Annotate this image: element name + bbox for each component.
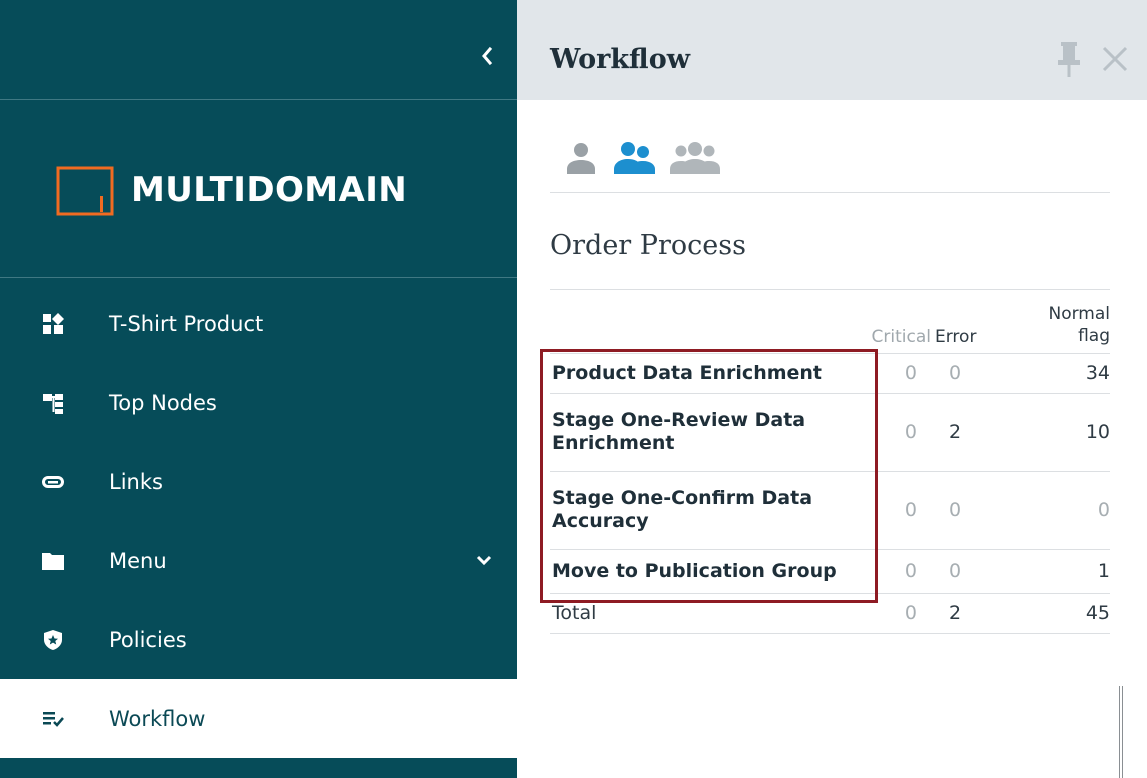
product-icon — [43, 312, 64, 334]
state-name[interactable]: Stage One-Confirm Data Accuracy — [550, 470, 845, 549]
sidebar-item-label: Menu — [109, 548, 167, 573]
error-count[interactable]: 2 — [935, 392, 990, 471]
column-header-name — [550, 295, 845, 353]
shield-star-icon — [44, 629, 62, 650]
hierarchy-icon — [43, 393, 63, 414]
total-critical: 0 — [845, 592, 935, 634]
sidebar-item-label: Workflow — [109, 706, 206, 731]
table-row[interactable]: Stage One-Confirm Data Accuracy 0 0 0 — [550, 470, 1110, 549]
sidebar-item-label: Top Nodes — [109, 390, 217, 415]
sidebar-item-label: Links — [109, 469, 163, 494]
scrollbar-handle[interactable] — [1119, 686, 1123, 778]
single-user-icon[interactable] — [563, 138, 599, 174]
chevron-down-icon[interactable] — [474, 554, 494, 568]
sidebar-nav: T-Shirt Product Top Nodes Links Menu Pol… — [0, 284, 517, 758]
normal-count[interactable]: 1 — [990, 548, 1110, 593]
column-header-critical[interactable]: Critical — [845, 295, 935, 353]
state-name-line: Accuracy — [552, 510, 649, 532]
logo-icon — [56, 166, 114, 216]
critical-count[interactable]: 0 — [845, 352, 935, 393]
error-count[interactable]: 0 — [935, 548, 990, 593]
critical-count[interactable]: 0 — [845, 470, 935, 549]
sidebar-header — [0, 0, 517, 100]
column-header-normal-flag[interactable]: Normal flag — [990, 295, 1110, 353]
divider — [550, 289, 1110, 290]
table-header-row: Critical Error Normal flag — [550, 295, 1110, 353]
sidebar-item-t-shirt-product[interactable]: T-Shirt Product — [0, 284, 517, 363]
sidebar-item-links[interactable]: Links — [0, 442, 517, 521]
sidebar-item-label: Policies — [109, 627, 187, 652]
sidebar-item-policies[interactable]: Policies — [0, 600, 517, 679]
normal-count[interactable]: 0 — [990, 470, 1110, 549]
my-group-icon[interactable] — [611, 138, 657, 174]
divider — [550, 192, 1110, 193]
sidebar-item-workflow[interactable]: Workflow — [0, 679, 517, 758]
header-line: Normal — [1048, 303, 1110, 324]
total-normal: 45 — [990, 592, 1110, 634]
folder-icon — [42, 552, 64, 570]
normal-count[interactable]: 34 — [990, 352, 1110, 393]
state-name-line: Enrichment — [552, 432, 675, 454]
link-icon — [42, 475, 64, 488]
workflow-status-table: Critical Error Normal flag Product Data … — [550, 295, 1110, 634]
normal-count[interactable]: 10 — [990, 392, 1110, 471]
header-line: flag — [1078, 325, 1110, 346]
workflow-panel: Workflow Order Process Critical Error No… — [517, 0, 1147, 778]
total-error: 2 — [935, 592, 990, 634]
critical-count[interactable]: 0 — [845, 392, 935, 471]
sidebar-item-menu[interactable]: Menu — [0, 521, 517, 600]
sidebar-item-label: T-Shirt Product — [109, 311, 264, 336]
error-count[interactable]: 0 — [935, 352, 990, 393]
column-header-error[interactable]: Error — [935, 295, 990, 353]
sidebar: MULTIDOMAIN T-Shirt Product Top Nodes Li… — [0, 0, 517, 778]
process-title: Order Process — [550, 230, 746, 261]
state-name[interactable]: Product Data Enrichment — [550, 352, 845, 393]
panel-title: Workflow — [550, 44, 690, 75]
all-users-icon[interactable] — [669, 138, 721, 174]
state-name[interactable]: Stage One-Review Data Enrichment — [550, 392, 845, 471]
table-row[interactable]: Stage One-Review Data Enrichment 0 2 10 — [550, 392, 1110, 471]
sidebar-item-top-nodes[interactable]: Top Nodes — [0, 363, 517, 442]
critical-count[interactable]: 0 — [845, 548, 935, 593]
user-filter-toolbar — [563, 138, 721, 174]
state-name-line: Stage One-Review Data — [552, 409, 806, 431]
close-icon[interactable] — [1100, 44, 1130, 74]
state-name-line: Stage One-Confirm Data — [552, 487, 813, 509]
state-name[interactable]: Move to Publication Group — [550, 548, 845, 593]
pin-icon[interactable] — [1055, 40, 1083, 78]
total-row: Total 0 2 45 — [550, 592, 1110, 634]
brand-name: MULTIDOMAIN — [131, 170, 408, 210]
total-label: Total — [550, 592, 845, 634]
error-count[interactable]: 0 — [935, 470, 990, 549]
table-row[interactable]: Product Data Enrichment 0 0 34 — [550, 352, 1110, 393]
workflow-list-icon — [43, 711, 64, 727]
table-row[interactable]: Move to Publication Group 0 0 1 — [550, 548, 1110, 593]
chevron-left-icon[interactable] — [478, 44, 496, 68]
panel-body: Order Process Critical Error Normal flag… — [517, 100, 1147, 778]
